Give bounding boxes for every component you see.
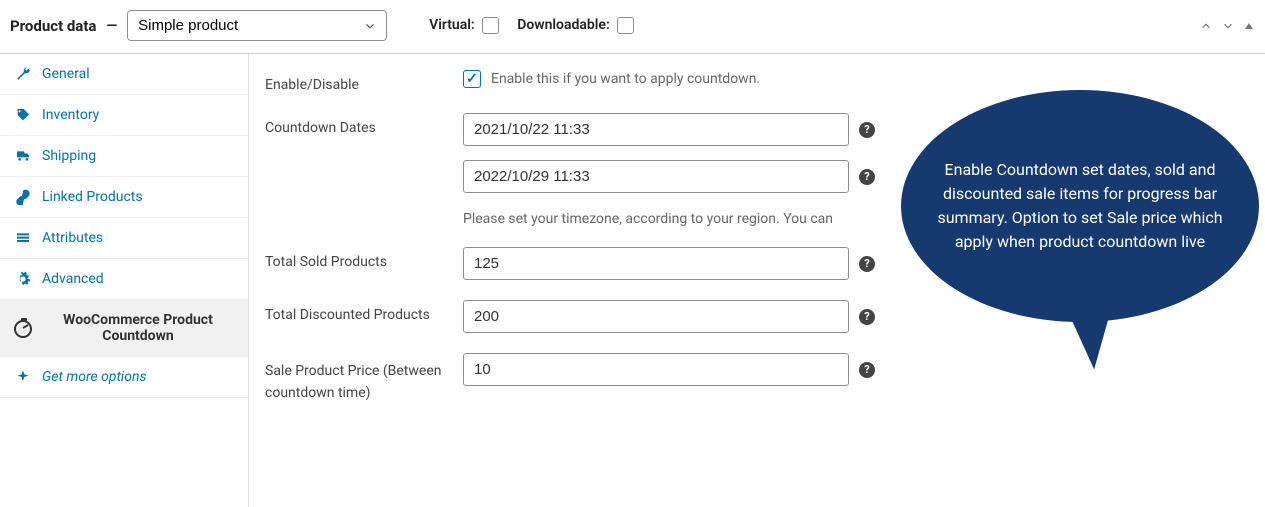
sale-price-input[interactable]: [463, 353, 849, 386]
info-callout-text: Enable Countdown set dates, sold and dis…: [933, 158, 1227, 254]
sidebar-item-shipping[interactable]: Shipping: [0, 136, 248, 177]
sidebar-item-label: Inventory: [42, 107, 234, 123]
sidebar-item-label: WooCommerce Product Countdown: [42, 312, 234, 344]
sidebar-item-label: Get more options: [42, 369, 234, 385]
countdown-settings-panel: Enable/Disable ✓ Enable this if you want…: [249, 54, 1265, 507]
sidebar-item-general[interactable]: General: [0, 54, 248, 95]
total-discounted-label: Total Discounted Products: [265, 300, 453, 323]
total-sold-input[interactable]: [463, 247, 849, 280]
dash: —: [106, 18, 117, 34]
total-discounted-input[interactable]: [463, 300, 849, 333]
move-down-icon[interactable]: [1221, 19, 1235, 33]
product-type-select[interactable]: Simple product: [127, 10, 387, 41]
sidebar-item-get-more[interactable]: Get more options: [0, 357, 248, 398]
product-data-toolbar: Product data — Simple product Virtual: D…: [0, 0, 1265, 54]
sidebar-item-label: Advanced: [42, 271, 234, 287]
sparkle-icon: [14, 369, 32, 385]
sidebar-item-attributes[interactable]: Attributes: [0, 218, 248, 259]
list-icon: [14, 230, 32, 246]
help-icon[interactable]: ?: [859, 122, 875, 138]
stopwatch-icon: [14, 318, 32, 338]
sale-price-label: Sale Product Price (Between countdown ti…: [265, 353, 453, 405]
enable-countdown-checkbox[interactable]: ✓: [463, 70, 481, 88]
help-icon[interactable]: ?: [859, 309, 875, 325]
virtual-label: Virtual:: [429, 17, 475, 33]
sidebar-item-inventory[interactable]: Inventory: [0, 95, 248, 136]
enable-countdown-description: Enable this if you want to apply countdo…: [491, 71, 760, 87]
product-flags: Virtual: Downloadable:: [429, 17, 634, 34]
sidebar-item-label: General: [42, 66, 234, 82]
total-sold-label: Total Sold Products: [265, 247, 453, 270]
help-icon[interactable]: ?: [859, 362, 875, 378]
countdown-start-input[interactable]: [463, 113, 849, 146]
sidebar-item-label: Shipping: [42, 148, 234, 164]
info-callout: Enable Countdown set dates, sold and dis…: [901, 90, 1259, 322]
countdown-end-input[interactable]: [463, 160, 849, 193]
sidebar-item-advanced[interactable]: Advanced: [0, 259, 248, 300]
timezone-description: Please set your timezone, according to y…: [463, 207, 875, 227]
downloadable-checkbox[interactable]: [617, 17, 634, 34]
collapse-icon[interactable]: [1243, 20, 1255, 32]
help-icon[interactable]: ?: [859, 256, 875, 272]
sidebar-item-label: Linked Products: [42, 189, 234, 205]
countdown-dates-label: Countdown Dates: [265, 113, 453, 136]
move-up-icon[interactable]: [1199, 19, 1213, 33]
product-data-tabs: General Inventory Shipping Linked Produc…: [0, 54, 249, 507]
gear-icon: [14, 271, 32, 287]
tag-icon: [14, 107, 32, 123]
panel-controls: [1199, 19, 1255, 33]
panel-title: Product data: [10, 17, 96, 35]
virtual-checkbox[interactable]: [482, 17, 499, 34]
truck-icon: [14, 148, 32, 164]
wrench-icon: [14, 66, 32, 82]
sidebar-item-countdown[interactable]: WooCommerce Product Countdown: [0, 300, 248, 357]
downloadable-label: Downloadable:: [517, 17, 610, 33]
sidebar-item-label: Attributes: [42, 230, 234, 246]
link-icon: [14, 189, 32, 205]
sidebar-item-linked-products[interactable]: Linked Products: [0, 177, 248, 218]
help-icon[interactable]: ?: [859, 169, 875, 185]
enable-disable-label: Enable/Disable: [265, 70, 453, 93]
